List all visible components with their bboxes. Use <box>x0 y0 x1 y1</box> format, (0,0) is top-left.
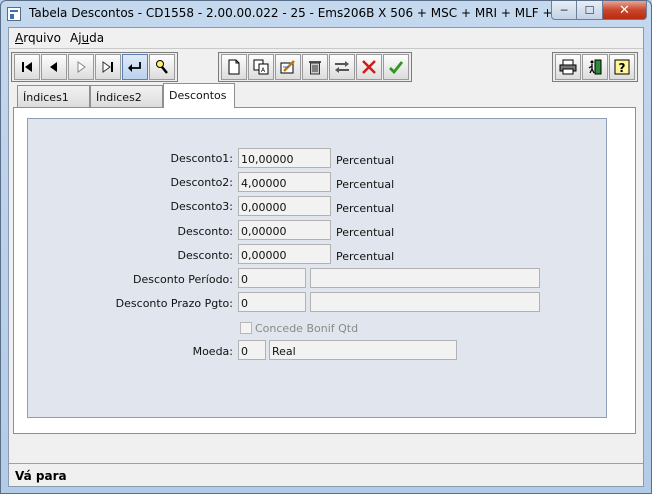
delete-record-button[interactable] <box>302 54 328 80</box>
first-record-icon <box>22 62 32 72</box>
concede-bonif-label: Concede Bonif Qtd <box>255 322 359 335</box>
desconto2-label: Desconto2: <box>170 176 233 189</box>
previous-record-button[interactable] <box>41 54 67 80</box>
desconto5-unit: Percentual <box>336 250 395 263</box>
cancel-button[interactable] <box>356 54 382 80</box>
toolbar: A ? <box>9 50 643 84</box>
close-button[interactable]: ✕ <box>603 1 647 20</box>
menu-accel: A <box>15 31 24 45</box>
menu-label-post: rquivo <box>23 31 61 45</box>
new-document-icon <box>228 59 240 75</box>
help-button[interactable]: ? <box>609 54 635 80</box>
tab-label: Índices2 <box>96 91 142 104</box>
trash-icon <box>309 61 321 75</box>
help-question-icon: ? <box>614 59 630 75</box>
last-record-button[interactable] <box>95 54 121 80</box>
flashlight-search-icon <box>156 60 168 74</box>
desconto2-unit: Percentual <box>336 178 395 191</box>
desconto-prazo-desc-field <box>310 292 540 312</box>
desconto1-unit: Percentual <box>336 154 395 167</box>
desconto-periodo-desc-field <box>310 268 540 288</box>
undo-arrows-icon <box>335 61 349 73</box>
desconto5-label: Desconto: <box>177 249 233 262</box>
desconto4-unit: Percentual <box>336 226 395 239</box>
desconto4-label: Desconto: <box>177 225 233 238</box>
printer-icon <box>559 59 577 75</box>
checkmark-icon <box>389 61 404 75</box>
enter-arrow-icon <box>128 62 141 72</box>
right-toolbar-group: ? <box>552 52 638 82</box>
desconto-periodo-label: Desconto Período: <box>133 273 233 286</box>
tab-label: Índices1 <box>23 91 69 104</box>
desconto-periodo-code-field[interactable]: 0 <box>238 268 306 288</box>
print-button[interactable] <box>555 54 581 80</box>
desconto-prazo-code-field[interactable]: 0 <box>238 292 306 312</box>
tab-panel-descontos: Desconto1: 10,00000 Percentual Desconto2… <box>13 107 636 434</box>
concede-bonif-checkbox[interactable] <box>240 322 252 334</box>
edit-pencil-icon <box>280 60 295 74</box>
cancel-x-icon <box>362 60 376 74</box>
copy-record-button[interactable]: A <box>248 54 274 80</box>
first-record-button[interactable] <box>14 54 40 80</box>
desconto1-field[interactable]: 10,00000 <box>238 148 331 168</box>
desconto3-unit: Percentual <box>336 202 395 215</box>
svg-text:?: ? <box>619 61 626 75</box>
desconto1-label: Desconto1: <box>170 152 233 165</box>
menu-accel: u <box>81 31 90 45</box>
window-title: Tabela Descontos - CD1558 - 2.00.00.022 … <box>29 6 587 20</box>
search-button[interactable] <box>149 54 175 80</box>
menu-divider <box>9 48 643 49</box>
tab-indices1[interactable]: Índices1 <box>17 85 90 107</box>
undo-button[interactable] <box>329 54 355 80</box>
nav-toolbar-group <box>11 52 178 82</box>
save-button[interactable] <box>383 54 409 80</box>
desconto4-field[interactable]: 0,00000 <box>238 220 331 240</box>
exit-door-icon <box>588 59 602 75</box>
desconto3-field[interactable]: 0,00000 <box>238 196 331 216</box>
menu-ajuda[interactable]: Ajuda <box>70 31 104 45</box>
tab-descontos[interactable]: Descontos <box>163 83 235 108</box>
moeda-desc-field: Real <box>269 340 457 360</box>
tab-indices2[interactable]: Índices2 <box>90 85 163 107</box>
status-bar: Vá para <box>9 463 643 486</box>
status-text: Vá para <box>15 469 67 483</box>
app-window-icon <box>7 7 21 21</box>
desconto-prazo-label: Desconto Prazo Pgto: <box>115 297 233 310</box>
menu-bar: Arquivo Ajuda <box>9 28 643 48</box>
edit-toolbar-group: A <box>218 52 412 82</box>
maximize-button[interactable]: ☐ <box>577 1 603 20</box>
moeda-code-field[interactable]: 0 <box>238 340 266 360</box>
next-record-icon <box>77 61 86 73</box>
menu-arquivo[interactable]: Arquivo <box>15 31 61 45</box>
go-to-button[interactable] <box>122 54 148 80</box>
descontos-form-panel: Desconto1: 10,00000 Percentual Desconto2… <box>27 118 607 418</box>
tab-label: Descontos <box>169 89 227 102</box>
minimize-button[interactable]: ─ <box>551 1 577 20</box>
app-window: Tabela Descontos - CD1558 - 2.00.00.022 … <box>0 0 652 494</box>
previous-record-icon <box>50 62 57 72</box>
menu-label-pre: Aj <box>70 31 82 45</box>
next-record-button[interactable] <box>68 54 94 80</box>
desconto3-label: Desconto3: <box>170 200 233 213</box>
edit-record-button[interactable] <box>275 54 301 80</box>
moeda-label: Moeda: <box>192 345 233 358</box>
title-bar[interactable]: Tabela Descontos - CD1558 - 2.00.00.022 … <box>1 1 651 27</box>
exit-button[interactable] <box>582 54 608 80</box>
copy-document-icon: A <box>253 59 269 75</box>
desconto5-field[interactable]: 0,00000 <box>238 244 331 264</box>
desconto2-field[interactable]: 4,00000 <box>238 172 331 192</box>
client-area: Arquivo Ajuda A ? Índices1 Índices2 Desc… <box>8 27 644 487</box>
window-controls: ─ ☐ ✕ <box>551 1 647 20</box>
menu-label-post: da <box>89 31 105 45</box>
new-record-button[interactable] <box>221 54 247 80</box>
last-record-icon <box>102 61 113 73</box>
